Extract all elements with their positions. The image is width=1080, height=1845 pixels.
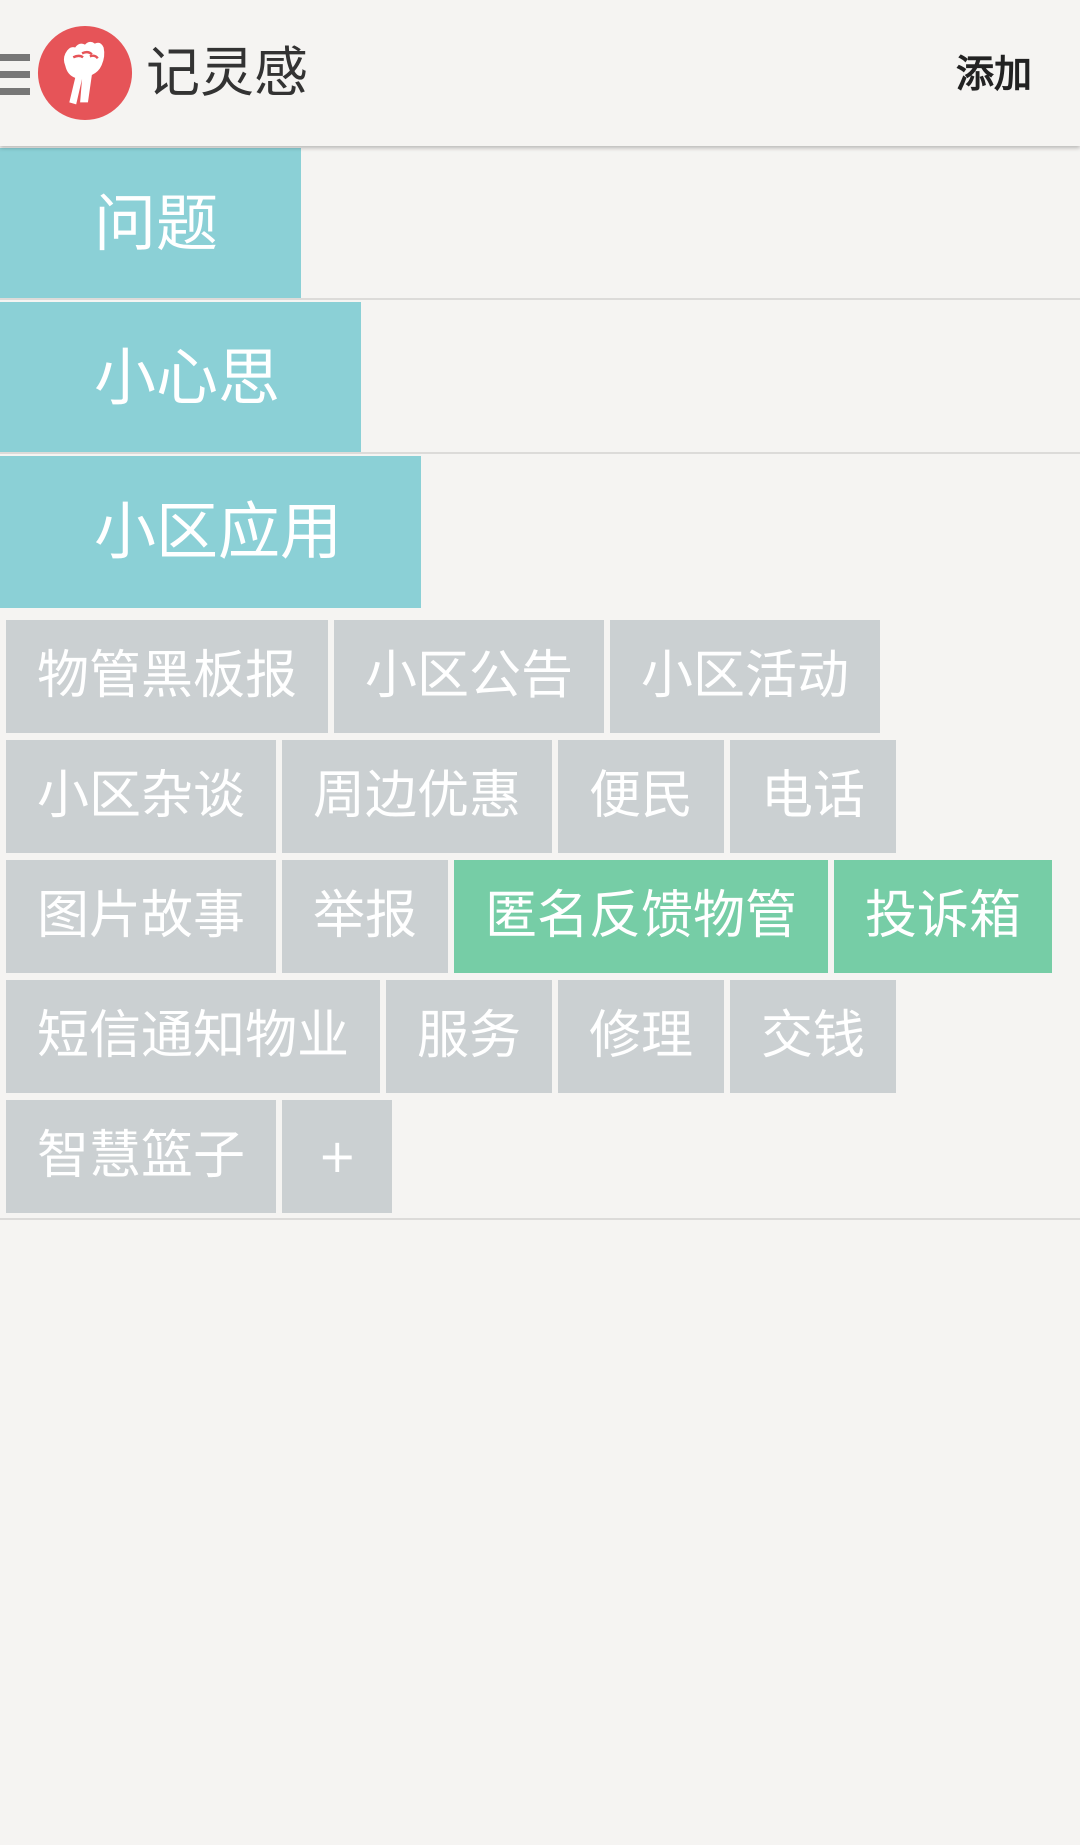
divider xyxy=(0,452,1080,454)
category-row-xiaoxinsi: 小心思 xyxy=(0,302,1080,454)
divider xyxy=(0,298,1080,300)
tag-jiaoqian[interactable]: 交钱 xyxy=(730,980,897,1093)
tag-niming-fankui-wuguan[interactable]: 匿名反馈物管 xyxy=(454,860,829,973)
category-row-xiaoqu-yingyong: 小区应用 xyxy=(0,456,1080,608)
tag-zhoubian-youhui[interactable]: 周边优惠 xyxy=(282,740,553,853)
app-bar: 记灵感 添加 xyxy=(0,0,1080,146)
tag-row: 小区杂谈 周边优惠 便民 电话 xyxy=(6,740,902,853)
tag-row: 智慧篮子 + xyxy=(6,1100,398,1213)
tag-cloud: 物管黑板报 小区公告 小区活动 小区杂谈 周边优惠 便民 电话 图片故事 举报 … xyxy=(0,608,1080,1220)
tag-xiaoqu-zatan[interactable]: 小区杂谈 xyxy=(6,740,277,853)
tag-row: 短信通知物业 服务 修理 交钱 xyxy=(6,980,902,1093)
tag-xiuli[interactable]: 修理 xyxy=(558,980,725,1093)
tag-xiaoqu-gonggao[interactable]: 小区公告 xyxy=(334,620,605,733)
category-header-wenti[interactable]: 问题 xyxy=(0,148,301,300)
add-button[interactable]: 添加 xyxy=(956,46,1032,102)
tag-wuguan-heibanbao[interactable]: 物管黑板报 xyxy=(6,620,329,733)
tag-dianhua[interactable]: 电话 xyxy=(730,740,897,853)
tag-duanxin-tongzhi-wuye[interactable]: 短信通知物业 xyxy=(6,980,381,1093)
tag-fuwu[interactable]: 服务 xyxy=(386,980,553,1093)
tag-xiaoqu-huodong[interactable]: 小区活动 xyxy=(610,620,881,733)
divider xyxy=(0,1218,1080,1220)
tag-bianmin[interactable]: 便民 xyxy=(558,740,725,853)
raised-fist-logo-icon xyxy=(37,25,133,121)
tag-row: 物管黑板报 小区公告 小区活动 xyxy=(6,620,886,733)
hamburger-menu-icon[interactable] xyxy=(0,54,30,96)
category-header-xiaoxinsi[interactable]: 小心思 xyxy=(0,302,361,454)
tag-row: 图片故事 举报 匿名反馈物管 投诉箱 xyxy=(6,860,1058,973)
add-tag-button[interactable]: + xyxy=(282,1100,393,1213)
tag-tupian-gushi[interactable]: 图片故事 xyxy=(6,860,277,973)
category-row-wenti: 问题 xyxy=(0,148,1080,300)
tag-zhihui-lanzi[interactable]: 智慧篮子 xyxy=(6,1100,277,1213)
category-header-xiaoqu-yingyong[interactable]: 小区应用 xyxy=(0,456,421,608)
tag-tousu-xiang[interactable]: 投诉箱 xyxy=(834,860,1053,973)
tag-jubao[interactable]: 举报 xyxy=(282,860,449,973)
app-title: 记灵感 xyxy=(146,41,308,104)
